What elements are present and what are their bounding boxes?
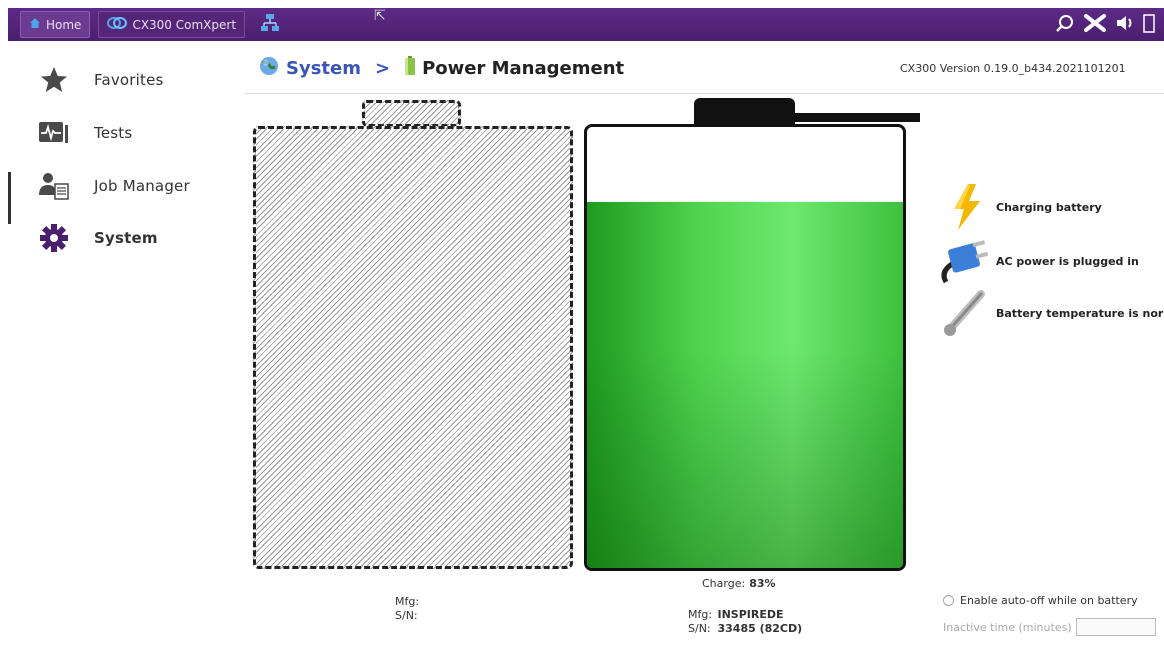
status-text: Battery temperature is normal — [996, 306, 1164, 320]
battery-small-icon — [404, 56, 416, 81]
mfg-value: INSPIREDE — [717, 608, 784, 621]
sidebar-item-label: Favorites — [94, 71, 164, 89]
battery-fill — [587, 201, 903, 568]
mfg-label: Mfg: — [688, 608, 713, 621]
sn-value: 33485 (82CD) — [717, 622, 803, 635]
auto-off-label: Enable auto-off while on battery — [960, 594, 1138, 607]
home-tab-label: Home — [46, 17, 82, 32]
system-tray — [1054, 12, 1156, 38]
app-window: Home CX300 ComXpert ⇱ Favorites Tests Jo… — [0, 0, 1164, 664]
breadcrumb-system-link[interactable]: System — [286, 58, 361, 79]
lightning-icon — [936, 182, 996, 232]
battery-info: Mfg: INSPIREDE S/N: 33485 (82CD) — [688, 608, 802, 636]
app-tab-label: CX300 ComXpert — [132, 17, 237, 32]
tests-icon — [37, 116, 71, 150]
status-text: Charging battery — [996, 200, 1102, 214]
status-ac-power: AC power is plugged in — [936, 236, 1139, 286]
status-charging: Charging battery — [936, 182, 1102, 232]
empty-battery-info: Mfg: S/N: — [395, 595, 421, 623]
sidebar-item-system[interactable]: System — [0, 213, 230, 263]
sidebar-item-label: Tests — [94, 124, 133, 142]
page-title: Power Management — [422, 58, 625, 79]
plug-icon — [936, 236, 996, 286]
breadcrumb-separator: > — [374, 58, 391, 79]
empty-battery-cap — [362, 100, 461, 127]
globe-icon — [258, 55, 280, 82]
inactive-time-row: Inactive time (minutes) — [943, 618, 1156, 636]
charge-label: Charge: — [702, 577, 746, 590]
network-icon[interactable] — [259, 12, 281, 38]
sidebar-item-label: Job Manager — [94, 177, 190, 195]
thermometer-icon — [936, 288, 996, 338]
status-text: AC power is plugged in — [996, 254, 1139, 268]
battery-gauge — [584, 124, 906, 571]
status-temperature: Battery temperature is normal — [936, 288, 1164, 338]
search-icon[interactable] — [1054, 12, 1076, 38]
gear-icon — [37, 221, 71, 255]
breadcrumb: System > Power Management — [258, 55, 624, 82]
job-manager-icon — [37, 169, 71, 203]
app-logo-icon — [107, 16, 128, 33]
auto-off-option[interactable]: Enable auto-off while on battery — [943, 594, 1138, 607]
auto-off-radio[interactable] — [943, 595, 954, 606]
speaker-icon[interactable] — [1114, 12, 1136, 38]
active-indicator — [8, 172, 11, 224]
sidebar-item-job-manager[interactable]: Job Manager — [0, 161, 230, 211]
charge-value: 83% — [749, 577, 776, 590]
header-divider — [245, 93, 1164, 94]
inactive-time-input[interactable] — [1075, 618, 1156, 636]
mouse-cursor: ⇱ — [374, 8, 386, 24]
top-bar: Home CX300 ComXpert ⇱ — [8, 8, 1164, 41]
tools-icon[interactable] — [1082, 12, 1108, 38]
sn-label: S/N: — [688, 622, 711, 635]
mfg-label: Mfg: — [395, 595, 420, 608]
sn-label: S/N: — [395, 609, 418, 622]
home-tab[interactable]: Home — [20, 11, 91, 38]
app-tab[interactable]: CX300 ComXpert — [98, 11, 246, 38]
sidebar-item-label: System — [94, 229, 158, 247]
home-icon — [29, 17, 41, 32]
sidebar: Favorites Tests Job Manager System — [0, 41, 230, 664]
star-icon — [37, 63, 71, 97]
sidebar-item-favorites[interactable]: Favorites — [0, 55, 230, 105]
version-label: CX300 Version 0.19.0_b434.2021101201 — [900, 62, 1126, 75]
battery-status-icon[interactable] — [1142, 12, 1156, 38]
empty-battery-slot — [253, 126, 573, 569]
inactive-time-label: Inactive time (minutes) — [943, 620, 1072, 634]
battery-cap — [694, 98, 795, 125]
charge-readout: Charge: 83% — [702, 577, 776, 590]
battery-cap-strip — [795, 113, 920, 122]
sidebar-item-tests[interactable]: Tests — [0, 108, 230, 158]
